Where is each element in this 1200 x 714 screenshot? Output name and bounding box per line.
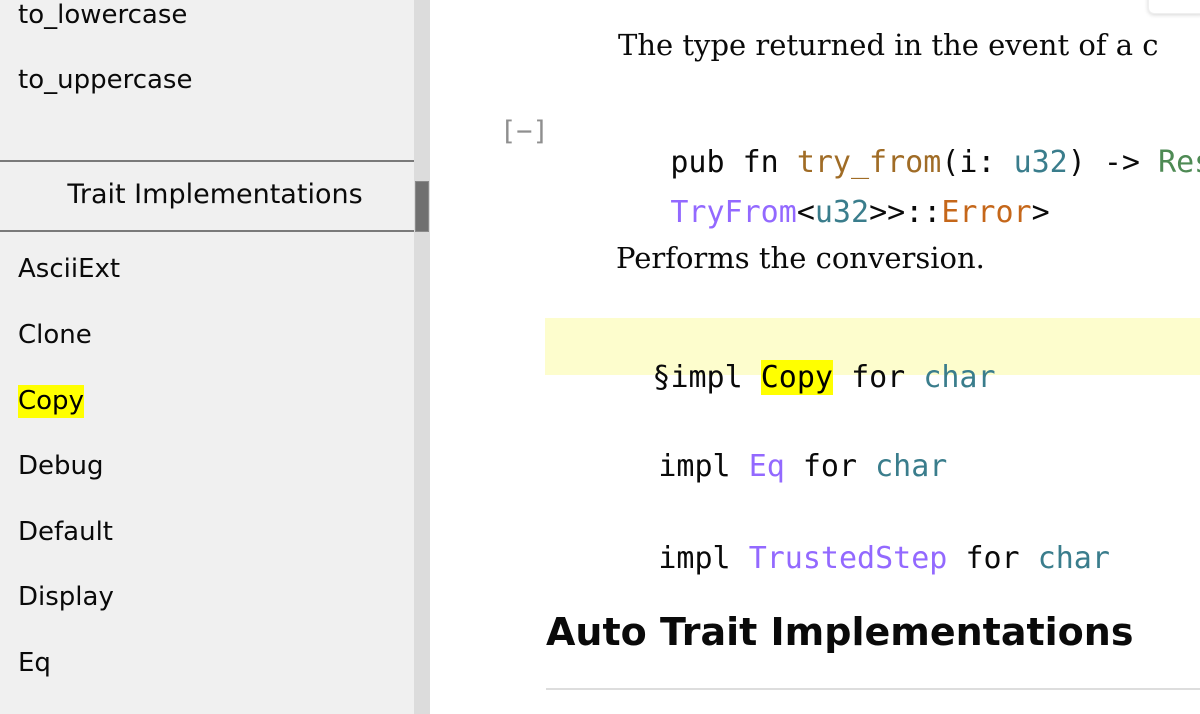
sidebar-item-label: Eq [18,648,51,678]
impl-trustedstep-for-char: impl TrustedStep for char [550,514,1110,604]
generic-arg-u32[interactable]: u32 [815,195,869,230]
return-arrow: -> [1104,145,1140,180]
sidebar-item-to-uppercase[interactable]: to_uppercase [0,67,192,93]
angle-close-final: > [1032,195,1050,230]
sidebar-item-clone[interactable]: Clone [0,322,92,348]
section-rule [546,688,1200,690]
sidebar-item-display[interactable]: Display [0,584,114,610]
angle-close-double: >> [869,195,905,230]
sidebar-item-eq[interactable]: Eq [0,650,51,676]
type-char[interactable]: char [875,449,947,484]
sidebar-item-default[interactable]: Default [0,519,113,545]
main-content: The type returned in the event of a c [−… [442,0,1200,714]
close-paren: ) [1068,145,1086,180]
sidebar-item-label: to_lowercase [18,0,187,30]
sidebar-content-gap [430,0,442,714]
heading-auto-trait-implementations: Auto Trait Implementations [546,613,1133,651]
associated-type-doc: The type returned in the event of a c [618,27,1159,63]
keyword-for: for [965,541,1019,576]
settings-popover-edge[interactable] [1148,0,1200,14]
sidebar-item-label: AsciiExt [18,254,120,284]
impl-eq-for-char: impl Eq for char [550,422,947,512]
sidebar-item-label: to_uppercase [18,65,192,95]
keyword-impl: impl [658,449,730,484]
keyword-impl: impl [670,360,742,395]
collapse-toggle-icon[interactable]: [−] [500,118,549,145]
type-char[interactable]: char [1038,541,1110,576]
sidebar-divider-bottom [0,230,430,232]
return-type-result[interactable]: Res [1158,145,1200,180]
trait-eq[interactable]: Eq [749,449,785,484]
sidebar-item-asciiext[interactable]: AsciiExt [0,256,120,282]
sidebar-item-label: Clone [18,320,92,350]
sidebar-item-label: Debug [18,451,104,481]
sidebar-scrollbar-track[interactable] [414,0,430,714]
sidebar-item-label: Default [18,517,113,547]
impl-copy-for-char: §impl Copy for char [544,333,996,423]
method-doc-performs-the-conversion: Performs the conversion. [616,240,985,276]
keyword-for: for [851,360,905,395]
sidebar-item-to-lowercase[interactable]: to_lowercase [0,2,187,28]
sidebar-item-label: Display [18,582,114,612]
trait-trustedstep[interactable]: TrustedStep [749,541,948,576]
sidebar-item-label: Copy [18,385,84,418]
sidebar: to_lowercase to_uppercase Trait Implemen… [0,0,430,714]
assoc-type-error[interactable]: Error [941,195,1031,230]
impl-anchor-link[interactable]: § [652,360,670,395]
keyword-impl: impl [658,541,730,576]
sidebar-block-heading: Trait Implementations [0,179,430,210]
sidebar-scrollbar-thumb[interactable] [415,181,429,232]
keyword-for: for [803,449,857,484]
path-separator: :: [905,195,941,230]
trait-copy[interactable]: Copy [761,360,833,395]
rustdoc-page: to_lowercase to_uppercase Trait Implemen… [0,0,1200,714]
angle-open: < [797,195,815,230]
sidebar-item-debug[interactable]: Debug [0,453,104,479]
type-char[interactable]: char [923,360,995,395]
sidebar-item-copy[interactable]: Copy [0,388,84,414]
sidebar-block-trait-implementations[interactable]: Trait Implementations [0,162,430,230]
trait-tryfrom[interactable]: TryFrom [670,195,796,230]
